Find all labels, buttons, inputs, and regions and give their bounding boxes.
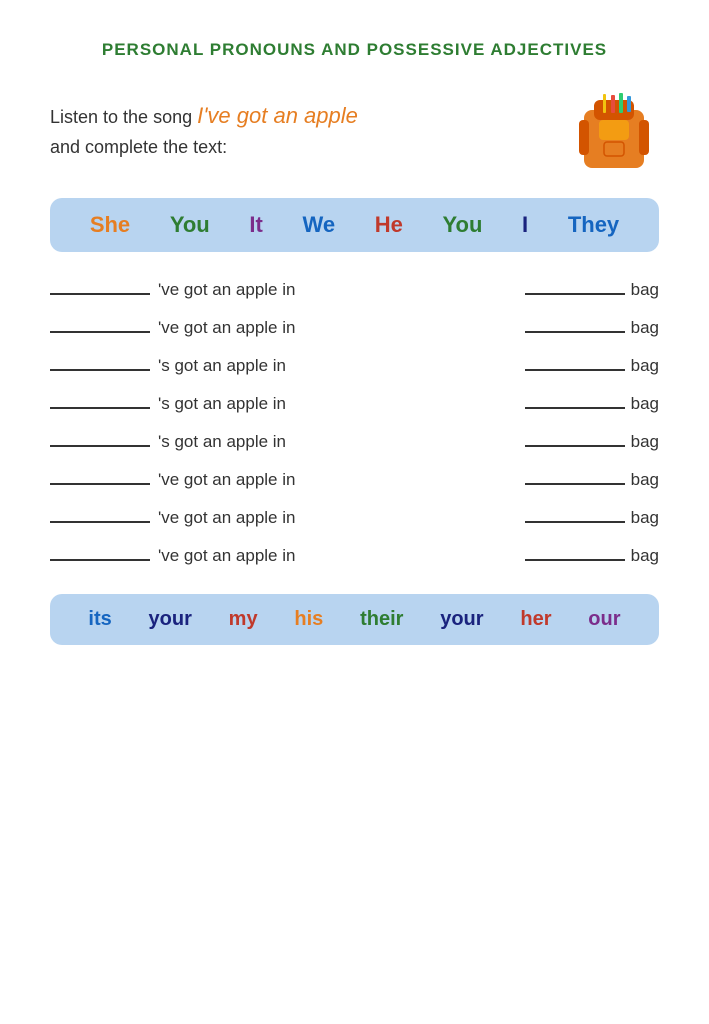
listen-prefix: Listen to the song <box>50 107 197 127</box>
listen-suffix: and complete the text: <box>50 137 227 157</box>
possessive-item: his <box>294 608 323 631</box>
possessive-blank[interactable] <box>525 331 625 333</box>
possessive-box: its your my his their your her our <box>50 594 659 645</box>
sentence-middle-text: 've got an apple in <box>154 280 525 300</box>
possessive-item: my <box>229 608 258 631</box>
pronoun-item: She <box>90 212 130 238</box>
bag-word: bag <box>631 432 659 452</box>
possessive-item: its <box>88 608 111 631</box>
bag-word: bag <box>631 508 659 528</box>
listen-text: Listen to the song I've got an apple and… <box>50 98 358 162</box>
listen-section: Listen to the song I've got an apple and… <box>50 90 659 170</box>
sentence-row: 've got an apple in bag <box>50 318 659 338</box>
pronoun-item: We <box>302 212 335 238</box>
pronoun-item: I <box>522 212 528 238</box>
pronoun-item: You <box>170 212 210 238</box>
possessive-item: your <box>149 608 192 631</box>
pronoun-item: You <box>442 212 482 238</box>
possessive-blank[interactable] <box>525 369 625 371</box>
possessive-blank[interactable] <box>525 483 625 485</box>
pronoun-blank[interactable] <box>50 331 150 333</box>
bag-word: bag <box>631 394 659 414</box>
page-title: PERSONAL PRONOUNS AND POSSESSIVE ADJECTI… <box>50 40 659 60</box>
possessive-blank[interactable] <box>525 293 625 295</box>
sentence-middle-text: 've got an apple in <box>154 470 525 490</box>
bag-word: bag <box>631 280 659 300</box>
sentence-middle-text: 've got an apple in <box>154 546 525 566</box>
pronoun-blank[interactable] <box>50 293 150 295</box>
sentences-section: 've got an apple inbag've got an apple i… <box>50 280 659 566</box>
pronoun-item: He <box>375 212 403 238</box>
possessive-blank[interactable] <box>525 559 625 561</box>
sentence-row: 've got an apple in bag <box>50 470 659 490</box>
pronoun-box: She You It We He You I They <box>50 198 659 252</box>
song-title: I've got an apple <box>197 103 358 128</box>
sentence-middle-text: 's got an apple in <box>154 356 525 376</box>
sentence-row: 's got an apple in bag <box>50 432 659 452</box>
backpack-image <box>569 90 659 170</box>
possessive-blank[interactable] <box>525 521 625 523</box>
sentence-middle-text: 've got an apple in <box>154 318 525 338</box>
pronoun-blank[interactable] <box>50 559 150 561</box>
possessive-blank[interactable] <box>525 407 625 409</box>
possessive-item: your <box>440 608 483 631</box>
sentence-middle-text: 's got an apple in <box>154 432 525 452</box>
pronoun-item: It <box>249 212 262 238</box>
sentence-row: 's got an apple in bag <box>50 394 659 414</box>
sentence-row: 've got an apple in bag <box>50 508 659 528</box>
bag-word: bag <box>631 546 659 566</box>
pronoun-blank[interactable] <box>50 521 150 523</box>
bag-word: bag <box>631 318 659 338</box>
sentence-row: 've got an apple in bag <box>50 546 659 566</box>
pronoun-blank[interactable] <box>50 407 150 409</box>
bag-word: bag <box>631 470 659 490</box>
pronoun-item: They <box>568 212 619 238</box>
possessive-item: our <box>588 608 620 631</box>
sentence-middle-text: 's got an apple in <box>154 394 525 414</box>
sentence-row: 's got an apple in bag <box>50 356 659 376</box>
bag-word: bag <box>631 356 659 376</box>
possessive-item: their <box>360 608 403 631</box>
pronoun-blank[interactable] <box>50 369 150 371</box>
sentence-middle-text: 've got an apple in <box>154 508 525 528</box>
sentence-row: 've got an apple in bag <box>50 280 659 300</box>
pronoun-blank[interactable] <box>50 483 150 485</box>
possessive-blank[interactable] <box>525 445 625 447</box>
pronoun-blank[interactable] <box>50 445 150 447</box>
possessive-item: her <box>520 608 551 631</box>
